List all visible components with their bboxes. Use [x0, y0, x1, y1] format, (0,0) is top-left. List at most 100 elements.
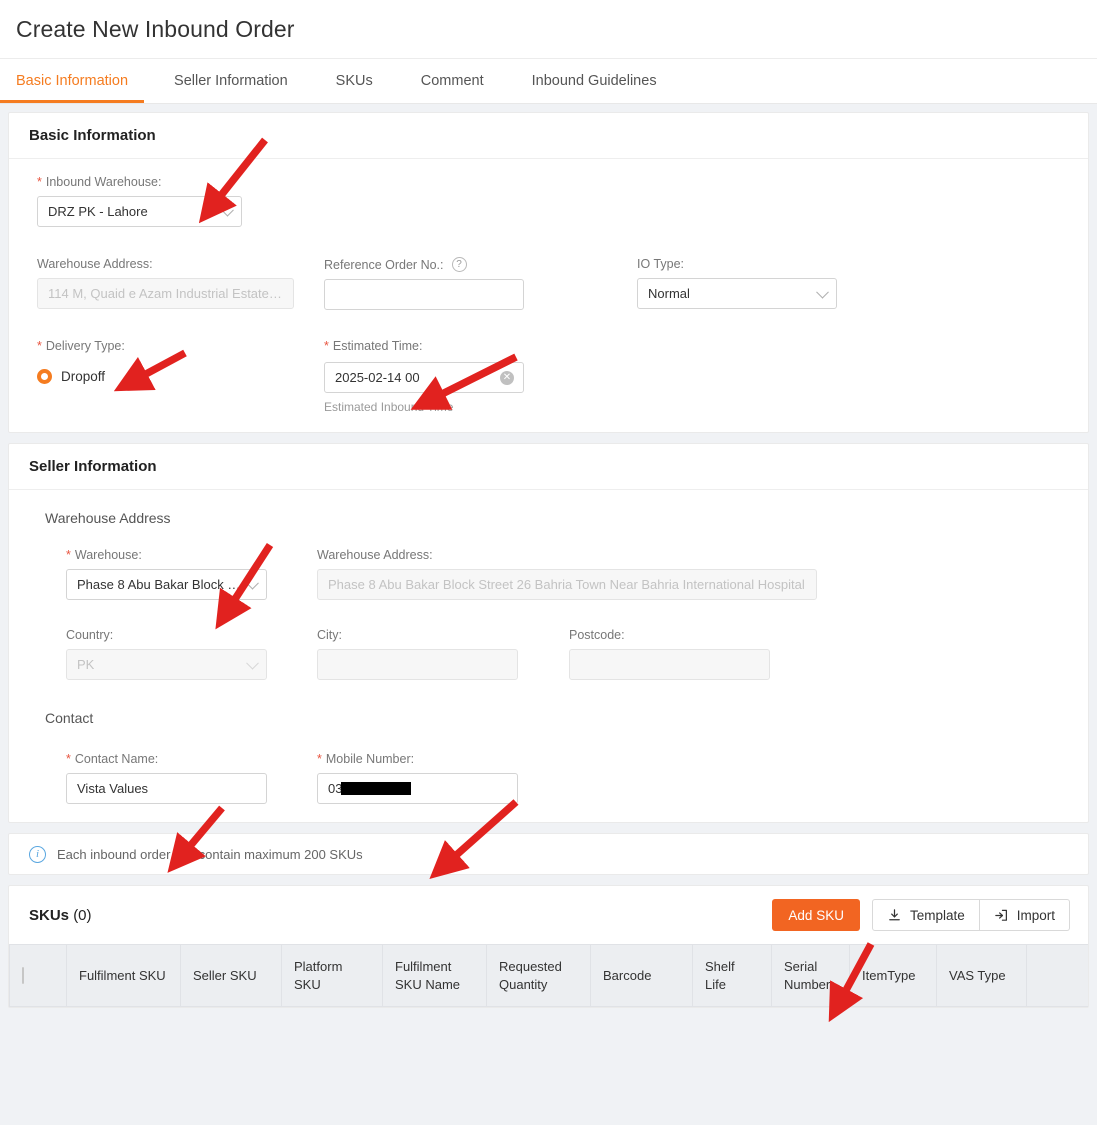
- column-item-type[interactable]: ItemType: [849, 944, 937, 1007]
- estimated-time-label: * Estimated Time:: [324, 338, 423, 353]
- basic-information-title: Basic Information: [29, 127, 156, 144]
- basic-information-body: * Inbound Warehouse: DRZ PK - Lahore War…: [9, 159, 1088, 432]
- skus-card-header: SKUs (0) Add SKU Template Import: [9, 886, 1088, 944]
- tab-inbound-guidelines[interactable]: Inbound Guidelines: [532, 59, 657, 103]
- download-icon: [887, 908, 902, 923]
- estimated-time-hint: Estimated Inbound Time: [324, 400, 454, 414]
- required-asterisk: *: [66, 547, 71, 562]
- inbound-warehouse-value: DRZ PK - Lahore: [48, 204, 148, 219]
- contact-group-title: Contact: [45, 710, 94, 726]
- chevron-down-icon: [816, 285, 829, 299]
- redaction-bar: [341, 782, 412, 795]
- mobile-number-label: * Mobile Number:: [317, 751, 415, 766]
- page-header: Create New Inbound Order: [0, 0, 1097, 58]
- postcode-input: [569, 649, 770, 680]
- column-platform-sku[interactable]: Platform SKU: [281, 944, 383, 1007]
- reference-order-no-input[interactable]: [324, 279, 524, 310]
- inbound-warehouse-label: * Inbound Warehouse:: [37, 174, 162, 189]
- seller-information-card: Seller Information Warehouse Address * W…: [8, 443, 1089, 823]
- tab-basic-information[interactable]: Basic Information: [0, 59, 145, 103]
- estimated-time-input[interactable]: 2025-02-14 00 ✕: [324, 362, 524, 393]
- required-asterisk: *: [317, 751, 322, 766]
- mobile-number-value: 03: [328, 781, 343, 796]
- seller-warehouse-address-input: Phase 8 Abu Bakar Block Street 26 Bahria…: [317, 569, 817, 600]
- column-requested-quantity[interactable]: Requested Quantity: [486, 944, 591, 1007]
- seller-warehouse-address-value: Phase 8 Abu Bakar Block Street 26 Bahria…: [328, 577, 805, 592]
- column-barcode[interactable]: Barcode: [590, 944, 693, 1007]
- column-shelf-life[interactable]: Shelf Life: [692, 944, 772, 1007]
- seller-information-title: Seller Information: [29, 458, 157, 475]
- radio-selected-icon: [37, 369, 52, 384]
- skus-title: SKUs (0): [29, 907, 92, 924]
- tab-label: Comment: [420, 73, 484, 89]
- tab-label: Basic Information: [16, 73, 129, 89]
- tab-label: Seller Information: [174, 73, 288, 89]
- seller-warehouse-select[interactable]: Phase 8 Abu Bakar Block Stre...: [66, 569, 267, 600]
- basic-information-card-header: Basic Information: [9, 113, 1088, 159]
- warehouse-address-label: Warehouse Address:: [37, 257, 153, 271]
- tab-seller-information[interactable]: Seller Information: [174, 59, 288, 103]
- select-all-column: [9, 944, 67, 1007]
- estimated-time-value: 2025-02-14 00: [335, 370, 420, 385]
- column-fulfilment-sku-name[interactable]: Fulfilment SKU Name: [382, 944, 487, 1007]
- seller-warehouse-address-label: Warehouse Address:: [317, 548, 433, 562]
- column-vas-type[interactable]: VAS Type: [936, 944, 1027, 1007]
- column-seller-sku[interactable]: Seller SKU: [180, 944, 282, 1007]
- skus-title-text: SKUs: [29, 906, 70, 924]
- page-title: Create New Inbound Order: [16, 15, 295, 42]
- max-skus-notice: i Each inbound order can contain maximum…: [8, 833, 1089, 875]
- country-value: PK: [77, 657, 95, 672]
- contact-name-value: Vista Values: [77, 781, 149, 796]
- required-asterisk: *: [324, 338, 329, 353]
- seller-information-body: Warehouse Address * Warehouse: Phase 8 A…: [9, 490, 1088, 822]
- template-button[interactable]: Template: [871, 899, 980, 931]
- select-all-checkbox[interactable]: [22, 966, 24, 984]
- contact-name-input[interactable]: Vista Values: [66, 773, 267, 804]
- import-button[interactable]: Import: [979, 899, 1070, 931]
- table-header-row: Fulfilment SKU Seller SKU Platform SKU F…: [9, 944, 1088, 1007]
- seller-warehouse-value: Phase 8 Abu Bakar Block Stre...: [77, 577, 242, 592]
- column-fulfilment-sku[interactable]: Fulfilment SKU: [66, 944, 181, 1007]
- mobile-number-input[interactable]: 03: [317, 773, 518, 804]
- delivery-type-radio-dropoff[interactable]: Dropoff: [37, 369, 294, 384]
- io-type-value: Normal: [648, 286, 690, 301]
- chevron-down-icon: [221, 203, 234, 217]
- tab-comment[interactable]: Comment: [421, 59, 484, 103]
- required-asterisk: *: [37, 338, 42, 353]
- chevron-down-icon: [246, 576, 259, 590]
- basic-information-card: Basic Information * Inbound Warehouse: D…: [8, 112, 1089, 433]
- tab-label: Inbound Guidelines: [531, 73, 657, 89]
- skus-count: (0): [73, 906, 92, 924]
- contact-name-label: * Contact Name:: [66, 751, 159, 766]
- import-button-label: Import: [1016, 907, 1055, 923]
- template-button-label: Template: [909, 907, 965, 923]
- column-serial-number[interactable]: Serial Number: [771, 944, 850, 1007]
- max-skus-notice-text: Each inbound order can contain maximum 2…: [57, 846, 363, 862]
- country-label: Country:: [66, 628, 114, 642]
- city-input: [317, 649, 518, 680]
- inbound-warehouse-select[interactable]: DRZ PK - Lahore: [37, 196, 242, 227]
- clear-icon[interactable]: ✕: [500, 370, 514, 385]
- skus-actions: Add SKU Template Import: [772, 899, 1070, 931]
- skus-table: Fulfilment SKU Seller SKU Platform SKU F…: [9, 944, 1088, 1007]
- question-mark-icon[interactable]: ?: [451, 257, 467, 272]
- delivery-type-option-label: Dropoff: [61, 369, 106, 384]
- page-stage: Create New Inbound Order Basic Informati…: [0, 0, 1097, 1125]
- postcode-label: Postcode:: [569, 628, 625, 642]
- warehouse-address-value: 114 M, Quaid e Azam Industrial Estate, L…: [48, 286, 283, 301]
- tab-skus[interactable]: SKUs: [336, 59, 373, 103]
- warehouse-address-group-title: Warehouse Address: [45, 510, 171, 526]
- seller-warehouse-label: * Warehouse:: [66, 547, 142, 562]
- import-icon: [994, 908, 1009, 923]
- delivery-type-label: * Delivery Type:: [37, 338, 125, 353]
- column-overflow[interactable]: [1026, 944, 1088, 1007]
- reference-order-no-label: Reference Order No.: ?: [324, 257, 581, 272]
- required-asterisk: *: [66, 751, 71, 766]
- skus-card: SKUs (0) Add SKU Template Import Fulfilm…: [8, 885, 1089, 1008]
- add-sku-button[interactable]: Add SKU: [772, 899, 860, 931]
- required-asterisk: *: [37, 174, 42, 189]
- city-label: City:: [317, 628, 342, 642]
- skus-table-head: Fulfilment SKU Seller SKU Platform SKU F…: [9, 944, 1088, 1007]
- info-icon: i: [29, 845, 46, 863]
- io-type-select[interactable]: Normal: [637, 278, 837, 309]
